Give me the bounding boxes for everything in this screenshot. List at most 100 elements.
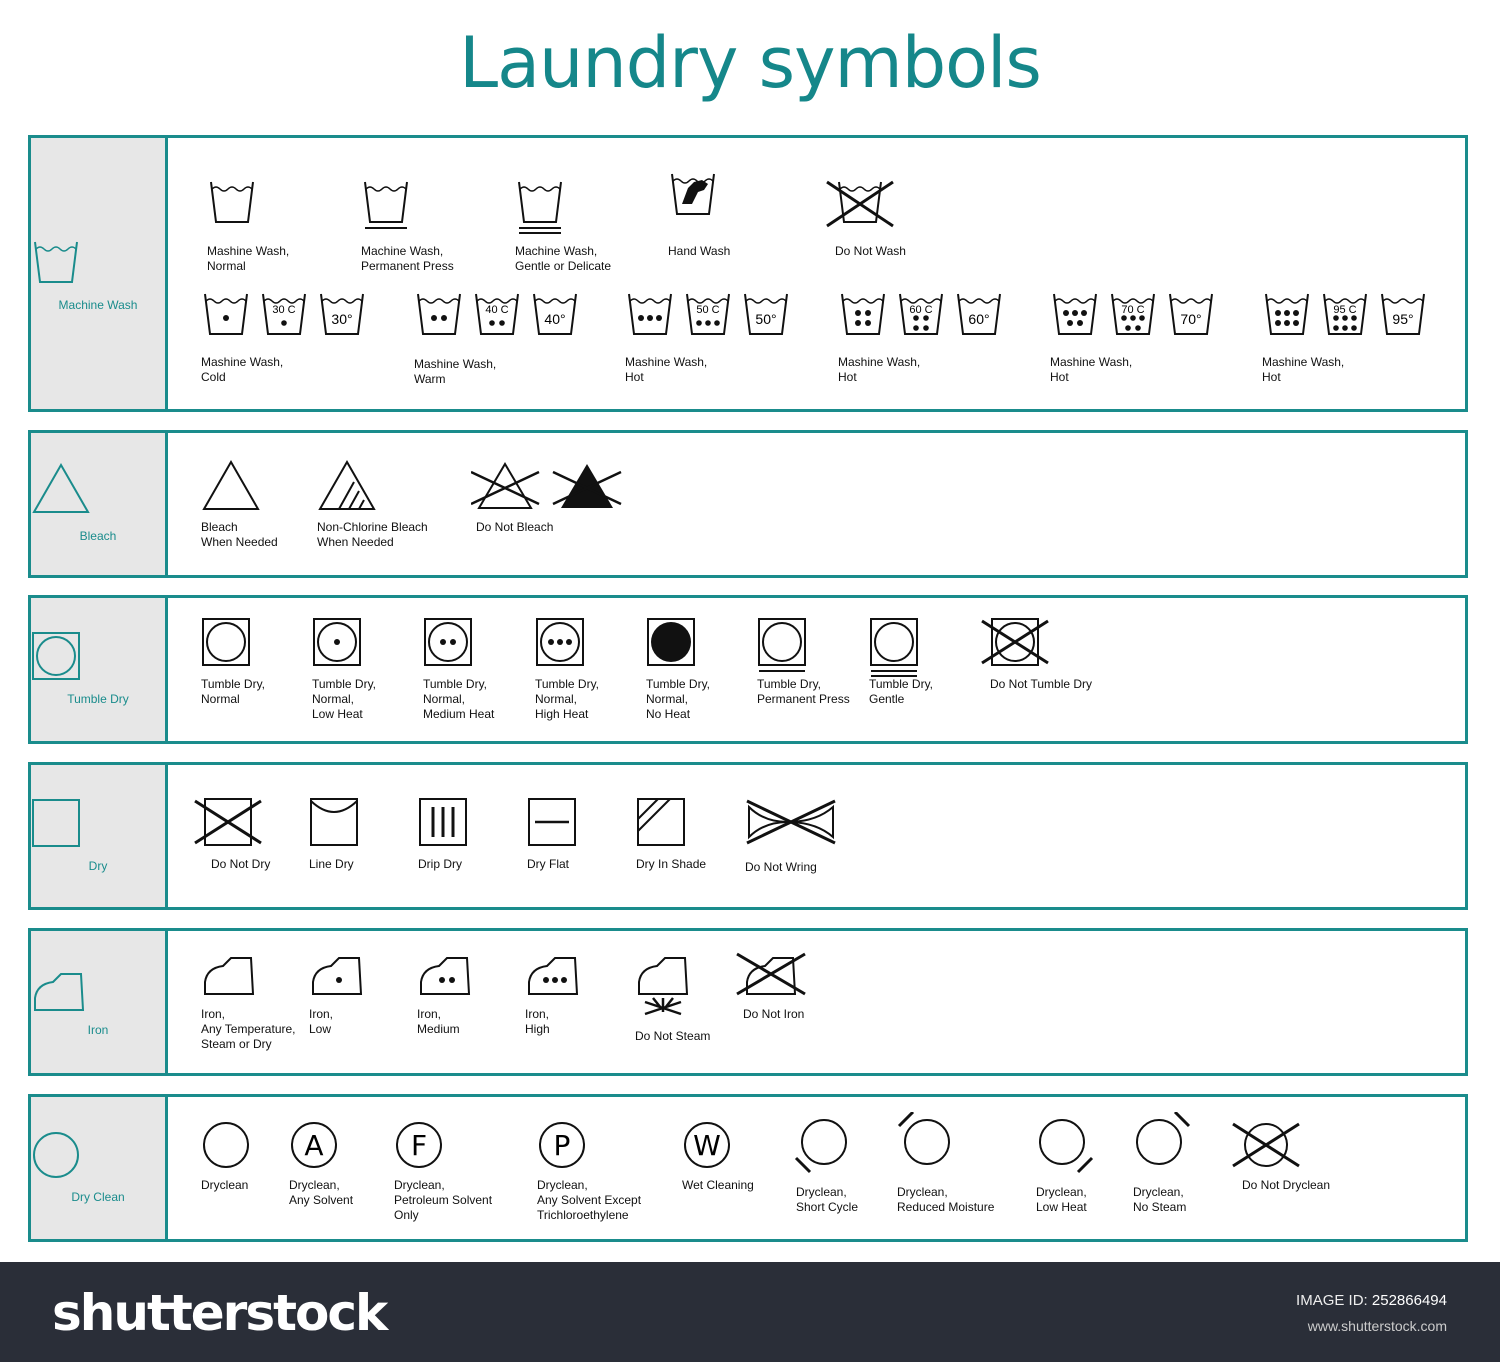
label-line: Do Not Tumble Dry — [990, 677, 1093, 691]
footer: shutterstock IMAGE ID: 252866494 www.shu… — [0, 1262, 1500, 1362]
symbol-label: Dryclean, Short Cycle — [796, 1185, 858, 1215]
symbol-label: Tumble Dry, Normal, No Heat — [646, 677, 710, 722]
label-line: Tumble Dry, — [535, 677, 600, 691]
symbol-label: Do Not Bleach — [476, 520, 553, 535]
label-line: Tumble Dry, — [423, 677, 488, 691]
symbol-label: Do Not Steam — [635, 1029, 710, 1044]
wash-tub-gentle-icon — [515, 178, 565, 238]
wash-tub-icon: 95 C — [1320, 290, 1370, 342]
symbol-label: Wet Cleaning — [682, 1178, 754, 1193]
dryclean-letter: P — [554, 1129, 571, 1162]
wash-tub-icon: 70 C — [1108, 290, 1158, 342]
label-line: Low Heat — [312, 707, 363, 721]
iron-icon — [31, 966, 165, 1019]
symbol-item: Tumble Dry, Normal, No Heat — [646, 617, 710, 721]
label-line: No Heat — [646, 707, 691, 721]
symbol-item: Tumble Dry, Permanent Press — [757, 617, 850, 706]
label-line: Steam or Dry — [201, 1037, 272, 1051]
wash-tub-icon: 40 C — [472, 290, 522, 342]
label-line: Permanent Press — [361, 259, 454, 273]
wash-tub-icon — [414, 290, 464, 342]
label-line: Tumble Dry, — [869, 677, 934, 691]
section-label: Machine Wash — [58, 298, 138, 312]
wash-tub-icon: 30° — [317, 290, 367, 342]
symbol-item: Iron, Low — [309, 950, 365, 1036]
wash-tub-icon — [201, 290, 251, 342]
section-label: Dry Clean — [71, 1190, 125, 1204]
symbol-label: Iron, Any Temperature, Steam or Dry — [201, 1007, 296, 1052]
svg-text:70 C: 70 C — [1121, 304, 1144, 316]
dryclean-letter: A — [304, 1129, 323, 1162]
page-title: Laundry symbols — [459, 22, 1042, 104]
label-line: Mashine Wash, — [625, 355, 708, 369]
label-line: Medium — [417, 1022, 460, 1036]
label-line: When Needed — [317, 535, 394, 549]
label-line: Drip Dry — [418, 857, 462, 871]
symbol-label: Iron, Medium — [417, 1007, 460, 1037]
svg-text:70°: 70° — [1180, 311, 1201, 327]
label-line: Hot — [838, 370, 857, 384]
symbol-label: Non-Chlorine Bleach When Needed — [317, 520, 428, 550]
tumble-dry-permanent-icon — [757, 617, 807, 675]
iron-icon — [201, 950, 257, 998]
symbol-item: Hand Wash — [668, 170, 730, 258]
symbol-item: F Dryclean, Petroleum Solvent Only — [394, 1120, 492, 1222]
symbol-item: 40 C 40° Mashine Wash, Warm — [414, 290, 580, 386]
wash-tub-icon: 70° — [1166, 290, 1216, 342]
symbol-item: Do Not Iron — [735, 950, 807, 1021]
label-line: Mashine Wash, — [1262, 355, 1345, 369]
symbol-label: Mashine Wash, Hot — [1262, 355, 1344, 385]
symbol-label: Mashine Wash, Normal — [207, 244, 289, 274]
symbol-item: Tumble Dry, Normal, High Heat — [535, 617, 599, 721]
do-not-dry-icon — [193, 797, 263, 847]
symbol-label: Tumble Dry, Normal — [201, 677, 265, 707]
symbol-label: Do Not Wring — [745, 860, 817, 875]
section-header: Iron — [31, 931, 168, 1073]
tumble-dry-icon — [535, 617, 585, 667]
symbol-label: Dryclean — [201, 1178, 248, 1193]
label-line: Only — [394, 1208, 419, 1222]
do-not-wring-icon — [745, 797, 837, 847]
wash-tub-icon: 50° — [741, 290, 791, 342]
symbol-item: Mashine Wash, Normal — [207, 178, 289, 273]
label-line: Do Not Wring — [745, 860, 817, 874]
symbol-item: Do Not Wring — [745, 797, 837, 874]
label-line: Dryclean, — [796, 1185, 847, 1199]
iron-icon — [417, 950, 473, 998]
do-not-dryclean-icon — [1231, 1120, 1301, 1170]
tumble-dry-gentle-icon — [869, 617, 919, 679]
section-header: Dry Clean — [31, 1097, 168, 1239]
symbol-label: Dry In Shade — [636, 857, 706, 872]
svg-text:95 C: 95 C — [1333, 304, 1356, 316]
symbol-label: Mashine Wash, Cold — [201, 355, 283, 385]
label-line: Do Not Iron — [743, 1007, 805, 1021]
wash-tub-icon: 95° — [1378, 290, 1428, 342]
label-line: Normal — [201, 692, 240, 706]
symbol-item: Dry In Shade — [636, 797, 706, 871]
site-url: www.shutterstock.com — [1307, 1318, 1447, 1334]
dry-flat-icon — [527, 797, 577, 847]
symbol-item: Non-Chlorine Bleach When Needed — [317, 460, 428, 549]
do-not-bleach-pair-icon — [471, 460, 627, 512]
label-line: Dry Flat — [527, 857, 569, 871]
wash-tub-icon: 40° — [530, 290, 580, 342]
svg-text:60°: 60° — [968, 311, 989, 327]
label-line: Gentle or Delicate — [515, 259, 612, 273]
label-line: Iron, — [525, 1007, 550, 1021]
section-label: Iron — [87, 1023, 109, 1037]
label-line: Do Not Dryclean — [1242, 1178, 1331, 1192]
symbol-label: Tumble Dry, Normal, Medium Heat — [423, 677, 494, 722]
label-line: Dry In Shade — [636, 857, 707, 871]
iron-icon — [309, 950, 365, 998]
hand-wash-icon — [668, 170, 718, 222]
dryclean-bar-tl-icon — [897, 1112, 955, 1170]
symbol-label: Bleach When Needed — [201, 520, 278, 550]
section-header: Dry — [31, 765, 168, 907]
label-line: High Heat — [535, 707, 589, 721]
wash-tub-icon: 30 C — [259, 290, 309, 342]
tumble-dry-icon — [201, 617, 251, 667]
symbol-item: Dryclean, Low Heat — [1036, 1116, 1094, 1214]
symbol-label: Do Not Dry — [211, 857, 270, 872]
symbol-item: Dryclean — [201, 1120, 251, 1192]
label-line: Bleach — [201, 520, 238, 534]
